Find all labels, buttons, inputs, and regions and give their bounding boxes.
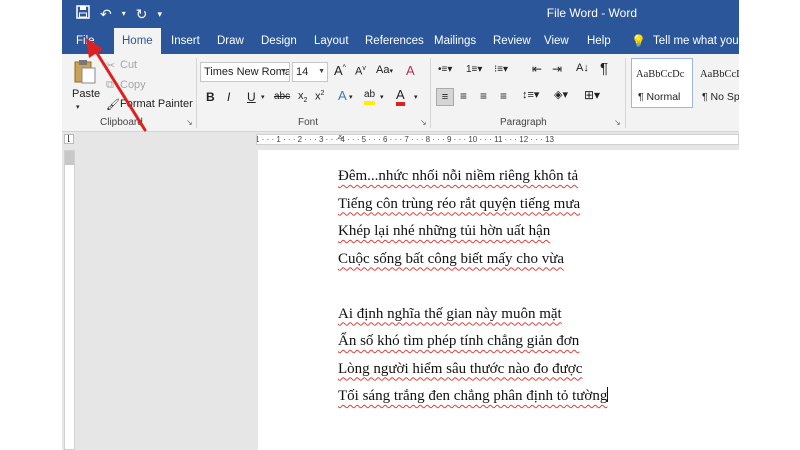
text-effects-button[interactable]: A xyxy=(338,88,347,103)
shading-icon[interactable]: ◈▾ xyxy=(554,88,568,101)
vertical-ruler[interactable] xyxy=(64,150,75,450)
style-normal[interactable]: AaBbCcDc ¶ Normal xyxy=(631,58,693,108)
paragraph-launcher-icon[interactable]: ↘ xyxy=(614,118,621,127)
bold-button[interactable]: B xyxy=(206,90,215,104)
change-case-button[interactable]: Aa▾ xyxy=(376,64,393,76)
copy-button[interactable]: Copy xyxy=(120,79,146,91)
format-painter-button[interactable]: Format Painter xyxy=(120,98,193,110)
tab-draw[interactable]: Draw xyxy=(217,28,244,54)
tab-selector[interactable]: ⌊ xyxy=(64,134,74,144)
text-line[interactable]: Ẩn số khó tìm phép tính chẳng giản đơn xyxy=(338,329,608,357)
multilevel-list-icon[interactable]: ⁝≡▾ xyxy=(494,64,508,75)
paste-icon[interactable] xyxy=(72,58,98,84)
tab-file[interactable]: File xyxy=(76,28,95,54)
strikethrough-button[interactable]: abc xyxy=(274,91,290,102)
lightbulb-icon[interactable]: 💡 xyxy=(631,28,646,54)
tab-review[interactable]: Review xyxy=(493,28,531,54)
text-line[interactable]: Cuộc sống bất công biết mấy cho vừa xyxy=(338,247,608,275)
format-painter-icon[interactable]: 🖌 xyxy=(106,98,120,111)
text-cursor xyxy=(607,387,609,402)
align-center-icon[interactable]: ≡ xyxy=(460,89,467,103)
text-line[interactable]: Ai định nghĩa thế gian này muôn mặt xyxy=(338,302,608,330)
window-title: File Word - Word xyxy=(546,6,637,20)
text-line[interactable]: Lòng người hiểm sâu thước nào đo được xyxy=(338,357,608,385)
font-name-select[interactable]: Times New Roma ▼ xyxy=(200,62,290,82)
font-color-button[interactable]: A xyxy=(396,88,405,106)
justify-icon[interactable]: ≡ xyxy=(500,89,507,103)
text-line[interactable]: Tiếng côn trùng réo rắt quyện tiếng mưa xyxy=(338,192,608,220)
superscript-button[interactable]: x2 xyxy=(315,90,324,103)
copy-icon[interactable]: ⧉ xyxy=(106,79,114,92)
underline-dropdown-icon[interactable]: ▾ xyxy=(261,93,265,101)
font-launcher-icon[interactable]: ↘ xyxy=(420,118,427,127)
highlight-button[interactable]: ab xyxy=(364,89,376,105)
style-no-spacing[interactable]: AaBbCcD ¶ No Spac xyxy=(695,58,739,108)
ruler-bar: ⌊ ⧖ 1 · · · 1 · · · 2 · · · 3 · · · 4 · … xyxy=(62,132,739,146)
ribbon: Paste ▾ ✂ Cut ⧉ Copy 🖌 Format Painter Cl… xyxy=(62,54,739,132)
borders-icon[interactable]: ⊞▾ xyxy=(584,88,600,102)
last-line-wrapper: Tối sáng trắng đen chẳng phân định tỏ tư… xyxy=(338,384,609,412)
bullets-icon[interactable]: •≡▾ xyxy=(438,64,452,75)
grow-font-button[interactable]: A^ xyxy=(334,63,346,78)
italic-button[interactable]: I xyxy=(227,90,230,104)
text-line[interactable]: Tối sáng trắng đen chẳng phân định tỏ tư… xyxy=(338,388,607,404)
tab-references[interactable]: References xyxy=(365,28,424,54)
ribbon-tabs: File Home Insert Draw Design Layout Refe… xyxy=(62,28,739,55)
divider xyxy=(625,58,626,128)
text-line[interactable]: Khép lại nhé những tủi hờn uất hận xyxy=(338,219,608,247)
chevron-down-icon: ▼ xyxy=(318,68,325,75)
tab-insert[interactable]: Insert xyxy=(171,28,200,54)
blank-line[interactable] xyxy=(338,274,608,302)
clear-formatting-button[interactable]: A xyxy=(406,63,415,78)
vertical-ruler-margin xyxy=(65,151,74,165)
text-effects-dropdown-icon[interactable]: ▾ xyxy=(349,93,353,101)
paste-button[interactable]: Paste xyxy=(72,88,100,100)
tell-me-search[interactable]: Tell me what you w xyxy=(653,28,739,54)
tab-home[interactable]: Home xyxy=(114,28,161,55)
underline-button[interactable]: U xyxy=(247,90,256,104)
tab-layout[interactable]: Layout xyxy=(314,28,349,54)
highlight-dropdown-icon[interactable]: ▾ xyxy=(380,93,384,101)
tab-design[interactable]: Design xyxy=(261,28,297,54)
divider xyxy=(430,58,431,128)
sort-icon[interactable]: A↓ xyxy=(576,62,589,74)
title-bar: ↶ ▾ ↻ ▾ File Word - Word xyxy=(62,0,739,28)
numbering-icon[interactable]: 1≡▾ xyxy=(466,64,482,75)
clipboard-launcher-icon[interactable]: ↘ xyxy=(186,118,193,127)
font-size-select[interactable]: 14 ▼ xyxy=(292,62,328,82)
cut-button[interactable]: Cut xyxy=(120,59,137,71)
font-group-label: Font xyxy=(298,117,319,128)
shrink-font-button[interactable]: Av xyxy=(355,65,366,78)
divider xyxy=(196,58,197,128)
cut-icon[interactable]: ✂ xyxy=(106,59,115,72)
text-line[interactable]: Đêm...nhức nhối nỗi niềm riêng khôn tả xyxy=(338,164,608,192)
tab-help[interactable]: Help xyxy=(587,28,611,54)
horizontal-ruler[interactable]: ⧖ 1 · · · 1 · · · 2 · · · 3 · · · 4 · · … xyxy=(256,134,739,145)
show-formatting-icon[interactable]: ¶ xyxy=(600,60,608,77)
tab-mailings[interactable]: Mailings xyxy=(434,28,476,54)
word-window: ↶ ▾ ↻ ▾ File Word - Word File Home Inser… xyxy=(62,0,739,450)
paragraph-group-label: Paragraph xyxy=(500,117,547,128)
chevron-down-icon: ▼ xyxy=(280,68,287,75)
document-text[interactable]: Đêm...nhức nhối nỗi niềm riêng khôn tả T… xyxy=(338,164,609,412)
clipboard-group-label: Clipboard xyxy=(100,117,143,128)
align-right-icon[interactable]: ≡ xyxy=(480,89,487,103)
paste-dropdown-icon[interactable]: ▾ xyxy=(76,103,80,111)
document-page[interactable]: Đêm...nhức nhối nỗi niềm riêng khôn tả T… xyxy=(258,150,739,450)
line-spacing-icon[interactable]: ↕≡▾ xyxy=(522,88,539,101)
tab-view[interactable]: View xyxy=(544,28,569,54)
font-color-dropdown-icon[interactable]: ▾ xyxy=(414,93,418,101)
subscript-button[interactable]: x2 xyxy=(298,90,307,104)
decrease-indent-icon[interactable]: ⇤ xyxy=(532,62,542,76)
align-left-icon[interactable]: ≡ xyxy=(436,88,454,106)
increase-indent-icon[interactable]: ⇥ xyxy=(552,62,562,76)
